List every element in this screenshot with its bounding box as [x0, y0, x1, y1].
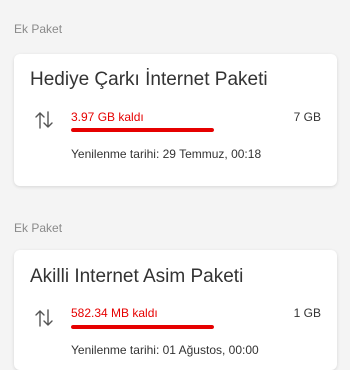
usage-progress-fill	[71, 128, 214, 132]
up-down-arrows-icon	[35, 111, 53, 129]
remaining-amount: 3.97 GB kaldı	[71, 110, 144, 124]
renewal-date: Yenilenme tarihi: 01 Ağustos, 00:00	[71, 343, 259, 357]
usage-progress-bar	[71, 128, 214, 132]
package-title: Akilli Internet Asim Paketi	[30, 266, 244, 287]
package-card-smart-internet-overage[interactable]: Akilli Internet Asim Paketi 582.34 MB ka…	[14, 250, 337, 370]
section-label-add-on-package: Ek Paket	[14, 22, 63, 36]
usage-progress-fill	[71, 325, 214, 329]
package-total: 1 GB	[293, 306, 321, 320]
usage-progress-bar	[71, 325, 214, 329]
section-label-add-on-package: Ek Paket	[14, 221, 63, 235]
package-card-gift-wheel-internet[interactable]: Hediye Çarkı İnternet Paketi 3.97 GB kal…	[14, 54, 337, 186]
package-title: Hediye Çarkı İnternet Paketi	[30, 69, 268, 90]
package-total: 7 GB	[293, 110, 321, 124]
renewal-date: Yenilenme tarihi: 29 Temmuz, 00:18	[71, 147, 262, 161]
remaining-amount: 582.34 MB kaldı	[71, 306, 158, 320]
up-down-arrows-icon	[35, 309, 53, 327]
